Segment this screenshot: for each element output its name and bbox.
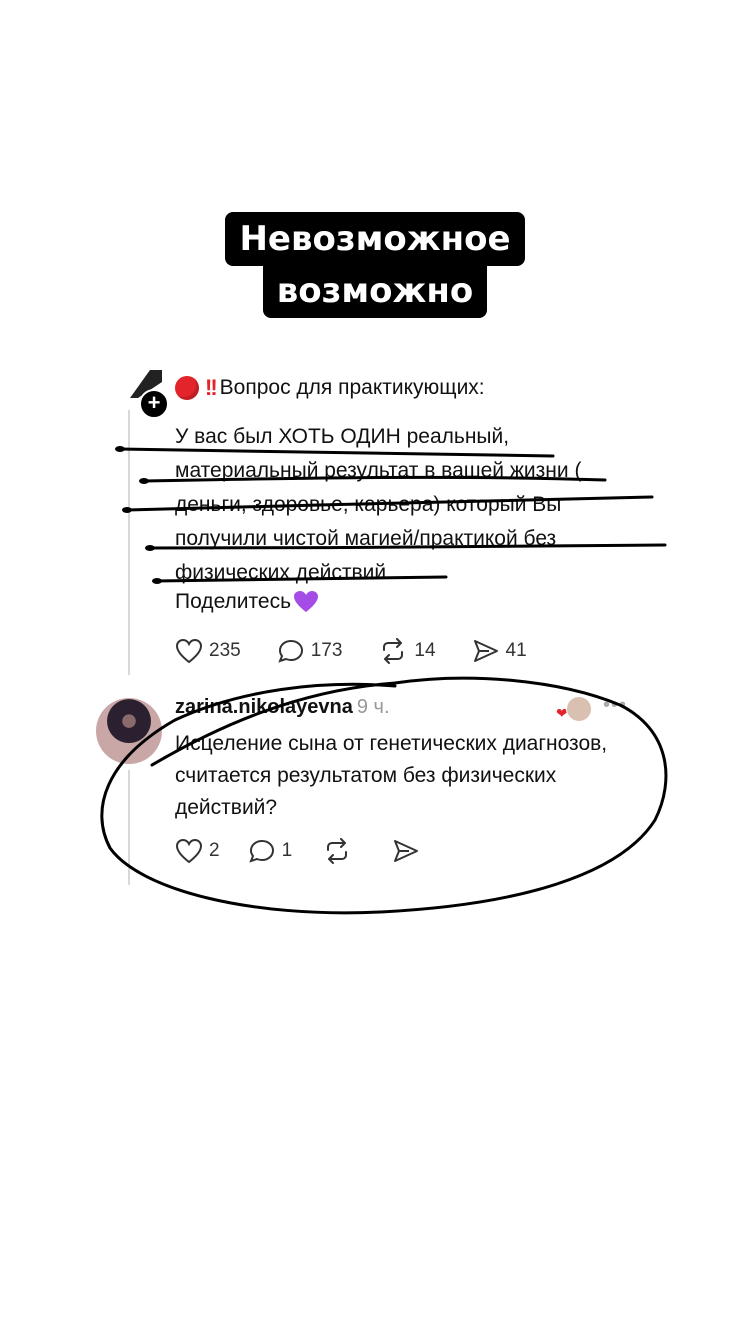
like-button[interactable]: 235 xyxy=(175,638,241,664)
comment-icon xyxy=(248,839,274,863)
post-body: У вас был ХОТЬ ОДИН реальный, материальн… xyxy=(175,425,582,584)
reply-comment-count: 1 xyxy=(281,840,293,861)
double-exclamation-icon: !! xyxy=(205,375,218,400)
thread-connector-reply xyxy=(128,770,130,885)
comment-count: 173 xyxy=(310,640,343,661)
title-line-1: Невозможное xyxy=(0,212,750,266)
title-text-1: Невозможное xyxy=(225,212,525,266)
like-count: 235 xyxy=(209,640,241,661)
send-icon xyxy=(394,840,419,862)
post-header: !! Вопрос для практикующих: xyxy=(175,375,485,401)
title-line-2: возможно xyxy=(0,264,750,318)
comment-button[interactable]: 173 xyxy=(277,638,343,664)
reply-comment-button[interactable]: 1 xyxy=(248,838,293,864)
reply-actions: 2 1 xyxy=(175,838,462,864)
repost-count: 14 xyxy=(414,640,436,661)
reply-body: Исцеление сына от генетических диагнозов… xyxy=(175,732,608,819)
post-header-text: Вопрос для практикующих: xyxy=(219,376,485,399)
share-text: Поделитесь xyxy=(175,590,292,613)
reply-like-button[interactable]: 2 xyxy=(175,838,220,864)
reply-repost-button[interactable] xyxy=(322,838,358,864)
comment-icon xyxy=(277,639,303,663)
send-icon xyxy=(473,640,498,662)
title-text-2: возможно xyxy=(262,264,488,318)
reply-like-count: 2 xyxy=(209,840,220,861)
reply-send-button[interactable] xyxy=(392,838,426,864)
heart-icon xyxy=(175,838,203,864)
send-button[interactable]: 41 xyxy=(472,638,527,664)
heart-icon xyxy=(175,638,203,664)
liked-by-avatar xyxy=(566,696,592,722)
thread-connector xyxy=(128,410,130,675)
repost-button[interactable]: 14 xyxy=(378,638,436,664)
purple-heart-icon xyxy=(294,591,319,612)
reply-header: zarina.nikolayevna 9 ч. xyxy=(175,696,390,719)
red-circle-icon xyxy=(175,376,199,400)
follow-plus-icon[interactable]: + xyxy=(139,389,169,419)
share-count: 41 xyxy=(505,640,527,661)
repost-icon xyxy=(383,638,404,664)
more-icon[interactable]: ••• xyxy=(603,694,627,717)
repost-icon xyxy=(327,838,348,864)
post-share-prompt: Поделитесь xyxy=(175,590,319,614)
post-actions: 235 173 14 41 xyxy=(175,638,563,664)
reply-avatar[interactable] xyxy=(96,698,162,764)
reply-username[interactable]: zarina.nikolayevna xyxy=(175,696,353,718)
reply-time: 9 ч. xyxy=(356,696,390,718)
